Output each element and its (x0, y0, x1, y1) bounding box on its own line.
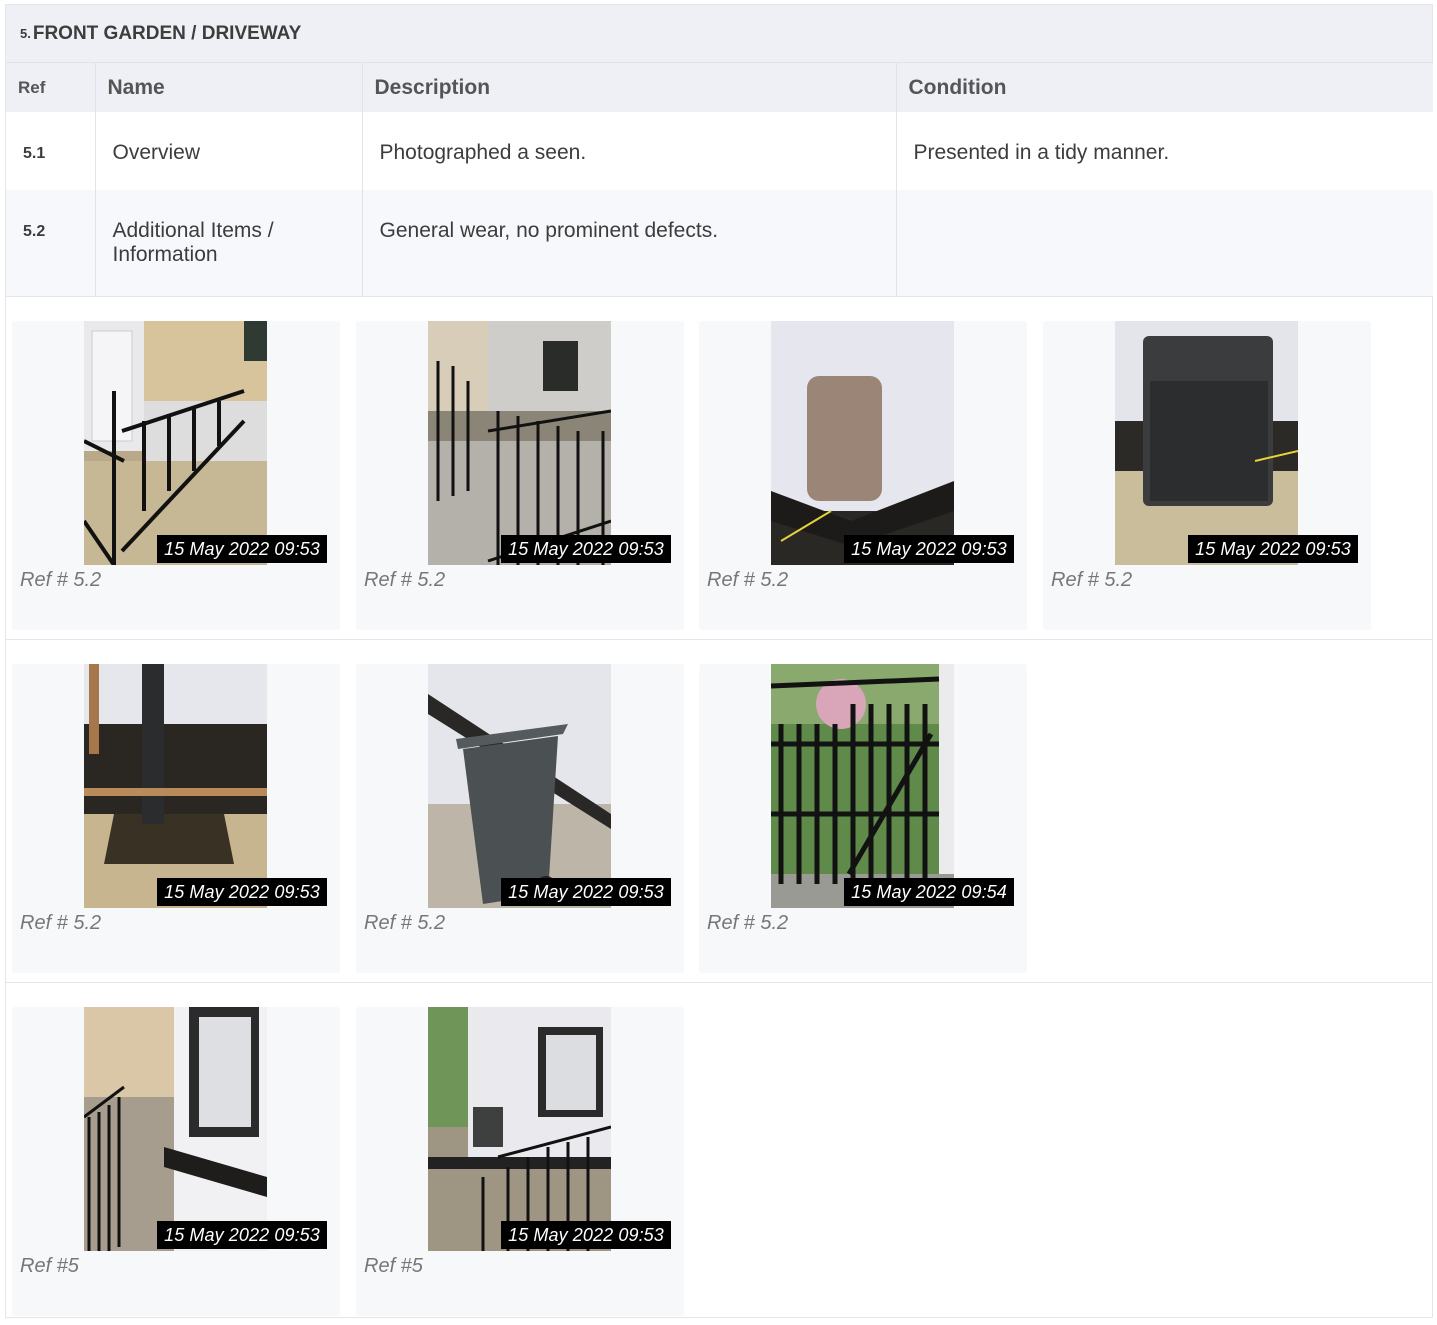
photo-caption: Ref # 5.2 (707, 569, 789, 591)
photo-caption: Ref # 5.2 (1051, 569, 1133, 591)
photo-timestamp: 15 May 2022 09:53 (157, 535, 327, 563)
photo-card[interactable]: 15 May 2022 09:53 Ref # 5.2 (356, 664, 684, 973)
photo-card[interactable]: 15 May 2022 09:53 Ref #5 (12, 1007, 340, 1316)
table-row: 5.2 Additional Items / Information Gener… (6, 190, 1433, 297)
photo-timestamp: 15 May 2022 09:53 (157, 1221, 327, 1249)
section-title: FRONT GARDEN / DRIVEWAY (32, 22, 302, 44)
photo-card[interactable]: 15 May 2022 09:53 Ref # 5.2 (12, 664, 340, 973)
row-name: Additional Items / Information (95, 190, 363, 297)
photo-caption: Ref # 5.2 (364, 912, 446, 934)
photo-timestamp: 15 May 2022 09:53 (501, 1221, 671, 1249)
photo-caption: Ref # 5.2 (20, 912, 102, 934)
photo-card[interactable]: 15 May 2022 09:53 Ref #5 (356, 1007, 684, 1316)
photo-thumbnail[interactable] (428, 321, 611, 565)
photo-row: 15 May 2022 09:53 Ref #5 15 May 2022 09:… (6, 982, 1433, 1325)
photo-thumbnail[interactable] (1115, 321, 1298, 565)
header-name: Name (95, 63, 363, 112)
photo-timestamp: 15 May 2022 09:53 (157, 878, 327, 906)
photo-thumbnail[interactable] (771, 664, 954, 908)
photo-caption: Ref # 5.2 (707, 912, 789, 934)
row-condition: Presented in a tidy manner. (896, 112, 1433, 190)
report-section: 5. FRONT GARDEN / DRIVEWAY Ref Name Desc… (5, 4, 1433, 1318)
photo-card[interactable]: 15 May 2022 09:53 Ref # 5.2 (356, 321, 684, 630)
table-row: 5.1 Overview Photographed a seen. Presen… (6, 112, 1433, 190)
row-condition (896, 190, 1433, 297)
photo-timestamp: 15 May 2022 09:53 (501, 878, 671, 906)
photo-thumbnail[interactable] (428, 664, 611, 908)
section-header: 5. FRONT GARDEN / DRIVEWAY (6, 5, 1432, 63)
row-name: Overview (95, 112, 363, 190)
row-description: General wear, no prominent defects. (362, 190, 897, 297)
photo-caption: Ref # 5.2 (364, 569, 446, 591)
photo-card[interactable]: 15 May 2022 09:53 Ref # 5.2 (699, 321, 1027, 630)
photo-timestamp: 15 May 2022 09:53 (1188, 535, 1358, 563)
photo-caption: Ref #5 (20, 1255, 79, 1277)
photo-card[interactable]: 15 May 2022 09:54 Ref # 5.2 (699, 664, 1027, 973)
photo-thumbnail[interactable] (428, 1007, 611, 1251)
photo-row: 15 May 2022 09:53 Ref # 5.2 15 May 2022 … (6, 296, 1433, 639)
photo-caption: Ref # 5.2 (20, 569, 102, 591)
photo-thumbnail[interactable] (84, 664, 267, 908)
header-ref: Ref (6, 63, 96, 112)
photo-timestamp: 15 May 2022 09:54 (844, 878, 1014, 906)
photo-thumbnail[interactable] (84, 321, 267, 565)
photo-caption: Ref #5 (364, 1255, 423, 1277)
row-ref: 5.2 (6, 190, 96, 297)
photo-thumbnail[interactable] (84, 1007, 267, 1251)
section-number: 5. (20, 26, 31, 41)
photo-timestamp: 15 May 2022 09:53 (501, 535, 671, 563)
table-header-row: Ref Name Description Condition (6, 63, 1433, 112)
photo-card[interactable]: 15 May 2022 09:53 Ref # 5.2 (1043, 321, 1371, 630)
photo-row: 15 May 2022 09:53 Ref # 5.2 15 May 2022 … (6, 639, 1433, 982)
photo-timestamp: 15 May 2022 09:53 (844, 535, 1014, 563)
header-description: Description (362, 63, 897, 112)
header-condition: Condition (896, 63, 1433, 112)
photo-thumbnail[interactable] (771, 321, 954, 565)
row-ref: 5.1 (6, 112, 96, 190)
items-table: Ref Name Description Condition 5.1 Overv… (6, 63, 1433, 297)
row-description: Photographed a seen. (362, 112, 897, 190)
photo-card[interactable]: 15 May 2022 09:53 Ref # 5.2 (12, 321, 340, 630)
